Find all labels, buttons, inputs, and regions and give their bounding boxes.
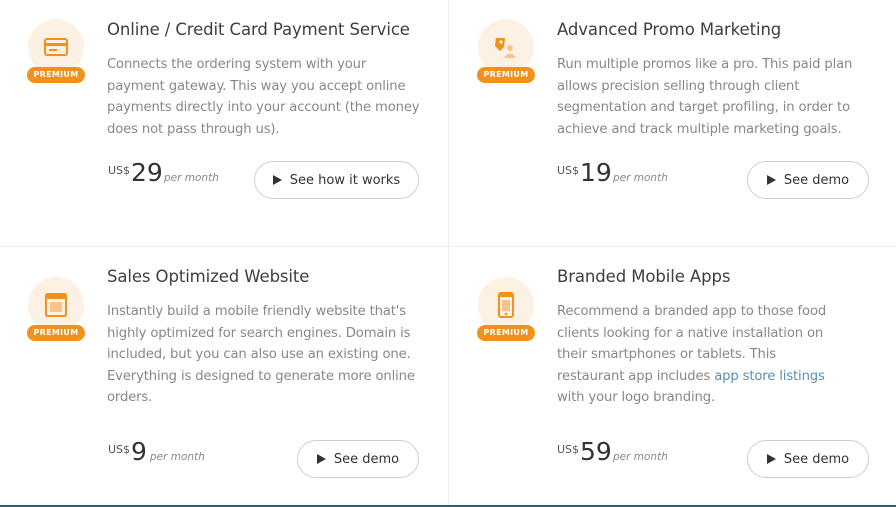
feature-description: Run multiple promos like a pro. This pai… [557,57,853,137]
premium-features-grid: PREMIUM Online / Credit Card Payment Ser… [0,0,896,505]
price-period: per month [150,451,205,463]
price-amount: 59 [580,437,612,466]
premium-badge: PREMIUM [27,67,85,83]
description-text: with your logo branding. [557,390,715,405]
mobile-app-icon [498,292,514,318]
feature-description: Instantly build a mobile friendly websit… [107,304,415,405]
price-currency: US$ [557,443,580,456]
feature-card-website: PREMIUM Sales Optimized Website Instantl… [0,247,448,493]
price-currency: US$ [557,164,580,177]
button-label: See demo [783,451,850,467]
price-period: per month [613,451,668,463]
premium-badge: PREMIUM [477,325,535,341]
price-amount: 19 [580,158,612,187]
website-icon [45,293,67,317]
price-currency: US$ [108,164,131,177]
promo-tag-icon [495,38,516,58]
button-label: See demo [333,451,400,467]
price-currency: US$ [108,443,131,456]
price-amount: 29 [131,158,163,187]
feature-title: Branded Mobile Apps [557,267,731,286]
feature-card-promo: PREMIUM Advanced Promo Marketing Run mul… [449,0,896,246]
play-icon [766,454,776,464]
see-demo-button[interactable]: See demo [297,440,419,478]
feature-icon-wrap: PREMIUM [477,19,535,85]
feature-card-mobile-apps: PREMIUM Branded Mobile Apps Recommend a … [449,247,896,505]
button-label: See how it works [289,172,401,188]
feature-icon-wrap: PREMIUM [27,19,85,85]
premium-badge: PREMIUM [477,67,535,83]
feature-icon-wrap: PREMIUM [477,277,535,343]
play-icon [766,175,776,185]
feature-description: Connects the ordering system with your p… [107,57,420,137]
feature-card-payment: PREMIUM Online / Credit Card Payment Ser… [0,0,448,246]
app-store-listings-link[interactable]: app store listings [714,369,825,384]
see-demo-button[interactable]: See demo [747,161,869,199]
price-period: per month [613,172,668,184]
button-label: See demo [783,172,850,188]
credit-card-icon [44,38,68,56]
price-period: per month [164,172,219,184]
see-demo-button[interactable]: See demo [747,440,869,478]
feature-title: Sales Optimized Website [107,267,310,286]
see-how-it-works-button[interactable]: See how it works [254,161,419,199]
play-icon [316,454,326,464]
feature-icon-wrap: PREMIUM [27,277,85,343]
feature-description: Recommend a branded app to those food cl… [557,301,842,409]
play-icon [272,175,282,185]
price-amount: 9 [131,437,147,466]
feature-title: Advanced Promo Marketing [557,20,782,39]
premium-badge: PREMIUM [27,325,85,341]
feature-title: Online / Credit Card Payment Service [107,20,410,39]
